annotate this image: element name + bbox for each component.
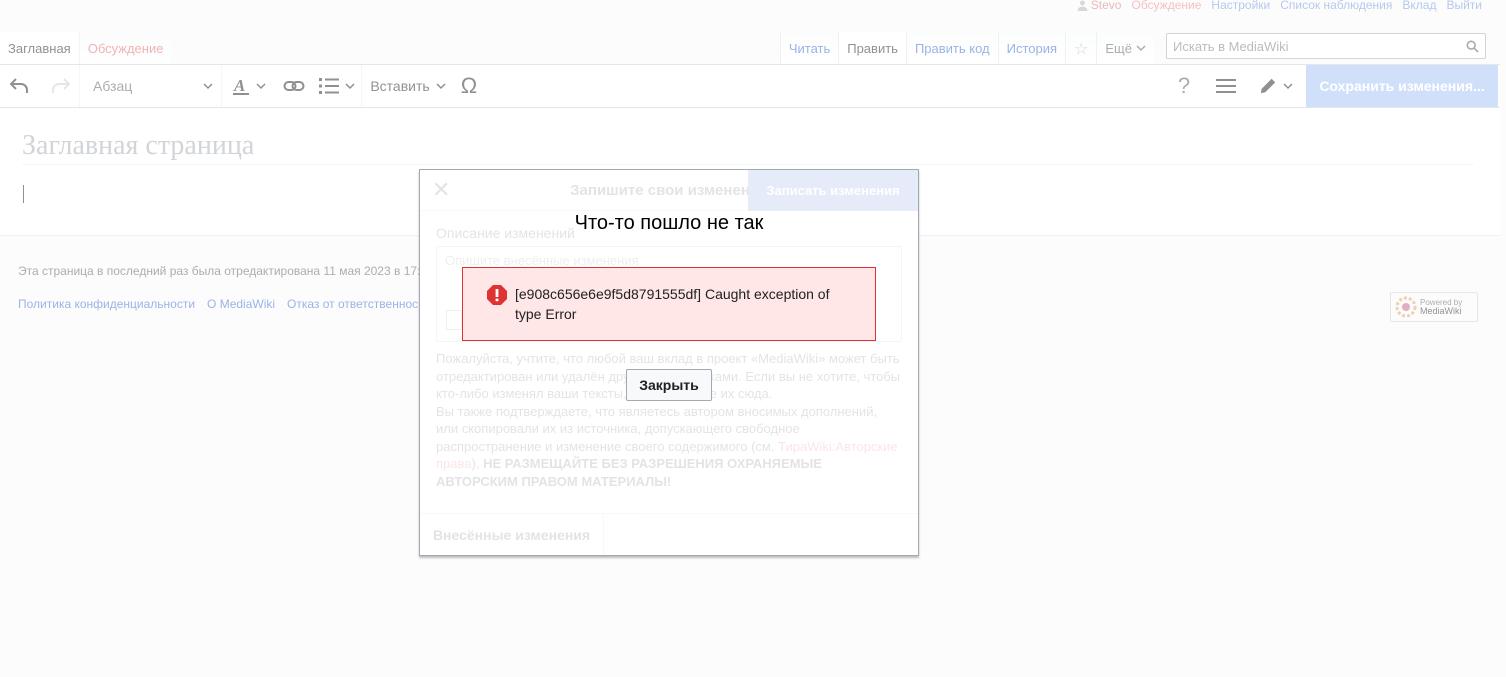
summary-placeholder: Опишите внесённые изменения [445,253,639,268]
error-message: [e908c656e6e9f5d8791555df] Caught except… [515,286,830,322]
save-primary-button[interactable]: Записать изменения [748,170,918,211]
dialog-header: ✕ Запишите свои изменения Записать измен… [420,170,918,211]
review-changes-button[interactable]: Внесённые изменения [420,514,604,555]
error-heading: Что-то пошло не так [574,212,764,234]
error-message-box: [e908c656e6e9f5d8791555df] Caught except… [462,267,876,341]
copyright-warning: НЕ РАЗМЕЩАЙТЕ БЕЗ РАЗРЕШЕНИЯ ОХРАНЯЕМЫЕ … [436,456,822,489]
close-error-button[interactable]: Закрыть [626,369,712,401]
save-dialog: ✕ Запишите свои изменения Записать измен… [419,169,919,556]
minor-edit-checkbox[interactable] [446,310,462,330]
error-icon [487,285,507,305]
dialog-footer: Внесённые изменения [420,513,918,555]
